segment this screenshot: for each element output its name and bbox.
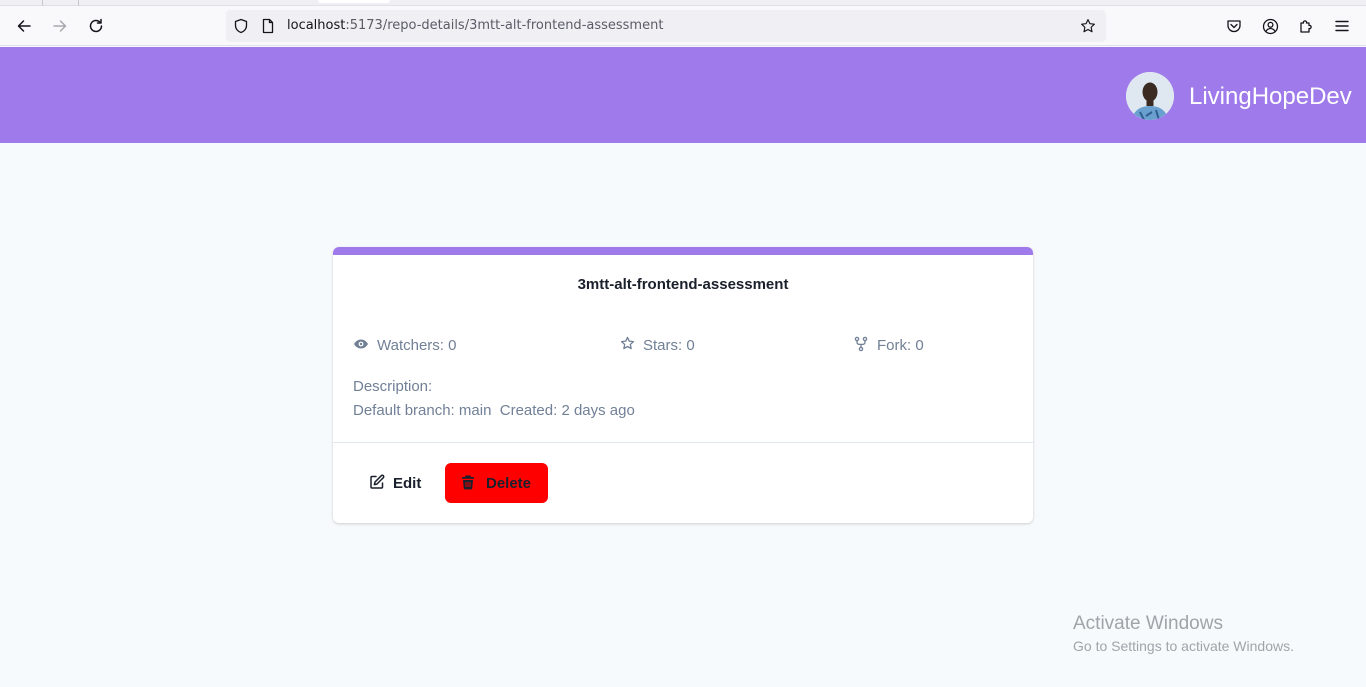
page-icon[interactable]	[260, 18, 276, 34]
url-text[interactable]: localhost:5173/repo-details/3mtt-alt-fro…	[287, 18, 663, 33]
delete-button[interactable]: Delete	[445, 463, 548, 503]
back-button[interactable]	[10, 12, 38, 40]
repo-meta: Default branch: main Created: 2 days ago	[353, 402, 635, 419]
eye-icon	[353, 336, 369, 352]
url-path: :5173/repo-details/3mtt-alt-frontend-ass…	[345, 18, 664, 33]
delete-label: Delete	[486, 474, 532, 492]
back-arrow-icon	[17, 20, 31, 32]
shield-icon[interactable]	[233, 18, 249, 34]
active-tab[interactable]	[318, 0, 390, 3]
forward-button[interactable]	[46, 12, 74, 40]
avatar[interactable]	[1126, 72, 1174, 120]
account-icon[interactable]	[1260, 16, 1280, 36]
forks-stat: Fork: 0	[853, 336, 924, 354]
activation-watermark-subtitle: Go to Settings to activate Windows.	[1073, 638, 1294, 654]
browser-toolbar: localhost:5173/repo-details/3mtt-alt-fro…	[0, 6, 1366, 46]
repo-description: Description:	[353, 378, 433, 395]
url-bar[interactable]: localhost:5173/repo-details/3mtt-alt-fro…	[226, 10, 1106, 42]
pocket-icon[interactable]	[1224, 16, 1244, 36]
username[interactable]: LivingHopeDev	[1189, 83, 1352, 111]
stars-label: Stars: 0	[643, 337, 695, 354]
forward-arrow-icon	[53, 20, 67, 32]
reload-icon	[89, 18, 103, 33]
activation-watermark-title: Activate Windows	[1073, 613, 1223, 634]
reload-button[interactable]	[82, 12, 110, 40]
extensions-icon[interactable]	[1296, 16, 1316, 36]
card-divider	[333, 442, 1033, 443]
menu-icon[interactable]	[1332, 16, 1352, 36]
app-header: LivingHopeDev	[0, 47, 1366, 143]
edit-label: Edit	[393, 474, 422, 492]
fork-icon	[853, 336, 869, 352]
watchers-label: Watchers: 0	[377, 337, 457, 354]
url-host: localhost	[287, 18, 346, 33]
trash-icon	[461, 474, 477, 490]
stars-stat: Stars: 0	[619, 336, 695, 354]
forks-label: Fork: 0	[877, 337, 924, 354]
watchers-stat: Watchers: 0	[353, 337, 456, 354]
edit-button[interactable]: Edit	[355, 463, 435, 503]
star-icon	[619, 336, 635, 352]
card-accent-bar	[333, 247, 1033, 255]
repo-card: 3mtt-alt-frontend-assessment Watchers: 0…	[333, 247, 1033, 523]
edit-icon	[369, 474, 385, 490]
repo-title: 3mtt-alt-frontend-assessment	[577, 276, 789, 293]
bookmark-star-icon[interactable]	[1080, 18, 1096, 34]
